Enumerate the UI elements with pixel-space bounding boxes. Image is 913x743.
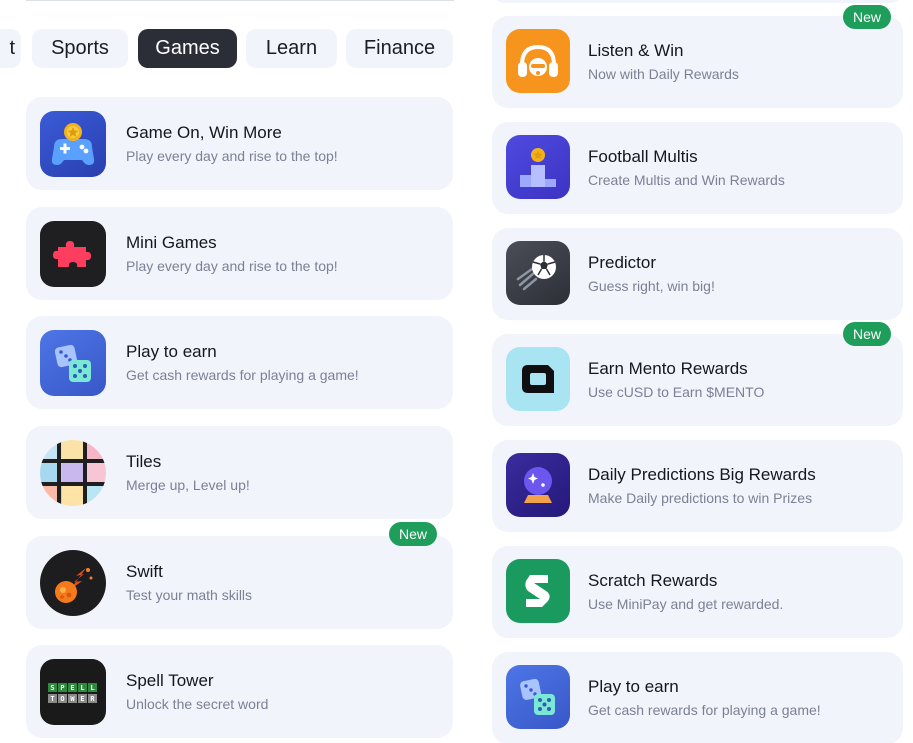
- app-title: Scratch Rewards: [588, 571, 718, 590]
- new-badge: New: [389, 522, 438, 546]
- app-title: Mini Games: [126, 233, 217, 252]
- tab-learn[interactable]: Learn: [246, 29, 337, 68]
- fireball-icon: [40, 550, 106, 616]
- app-card-listen-and-win[interactable]: Listen & Win Now with Daily Rewards: [492, 16, 903, 108]
- app-title: Tiles: [126, 452, 162, 471]
- app-title: Play to earn: [588, 677, 679, 696]
- app-title: Earn Mento Rewards: [588, 359, 748, 378]
- soccer-ball-icon: [506, 241, 570, 305]
- tab-finance[interactable]: Finance: [346, 29, 453, 68]
- podium-star-icon: [506, 135, 570, 199]
- svg-text:L: L: [80, 684, 84, 692]
- crystal-ball-icon: [506, 453, 570, 517]
- app-title: Football Multis: [588, 147, 698, 166]
- tab-finance-label: Finance: [363, 37, 436, 59]
- tab-partial-label: t: [9, 37, 15, 59]
- svg-text:P: P: [60, 684, 64, 692]
- gamepad-coin-icon: [40, 111, 106, 177]
- app-subtitle: Now with Daily Rewards: [588, 66, 739, 82]
- app-subtitle: Unlock the secret word: [126, 696, 269, 712]
- dice-icon: [506, 665, 570, 729]
- app-title: Game On, Win More: [126, 123, 282, 142]
- right-column: New Listen & Win Now with Daily Rewards: [478, 0, 913, 743]
- app-subtitle: Test your math skills: [126, 587, 253, 603]
- top-divider: [26, 0, 454, 1]
- app-card-spell-tower[interactable]: S P E L L T O W E R Spell Tower Unlock t…: [26, 645, 453, 738]
- app-card-tiles[interactable]: Tiles Merge up, Level up!: [26, 426, 453, 519]
- svg-text:L: L: [90, 684, 94, 692]
- app-title: Predictor: [588, 253, 657, 272]
- app-card-predictor[interactable]: Predictor Guess right, win big!: [492, 228, 903, 320]
- app-title: Daily Predictions Big Rewards: [588, 465, 816, 484]
- app-card-daily-predictions[interactable]: Daily Predictions Big Rewards Make Daily…: [492, 440, 903, 532]
- app-subtitle: Use cUSD to Earn $MENTO: [588, 384, 765, 400]
- scratch-s-icon: [506, 559, 570, 623]
- app-subtitle: Get cash rewards for playing a game!: [588, 702, 821, 718]
- app-subtitle: Get cash rewards for playing a game!: [126, 367, 359, 383]
- app-card-mini-games[interactable]: Mini Games Play every day and rise to th…: [26, 207, 453, 300]
- app-title: Listen & Win: [588, 41, 684, 60]
- app-subtitle: Use MiniPay and get rewarded.: [588, 596, 784, 612]
- tab-sports[interactable]: Sports: [32, 29, 128, 68]
- puzzle-piece-icon: [40, 221, 106, 287]
- tab-partial[interactable]: t: [0, 29, 21, 68]
- headphones-icon: [506, 29, 570, 93]
- app-subtitle: Guess right, win big!: [588, 278, 715, 294]
- app-subtitle: Make Daily predictions to win Prizes: [588, 490, 813, 506]
- svg-text:S: S: [50, 684, 54, 692]
- app-subtitle: Play every day and rise to the top!: [126, 258, 338, 274]
- new-badge: New: [843, 322, 892, 346]
- tab-learn-label: Learn: [265, 37, 318, 59]
- app-card-game-on-win-more[interactable]: Game On, Win More Play every day and ris…: [26, 97, 453, 190]
- left-column: t Sports Games Learn Finance Game On, Wi…: [0, 0, 460, 743]
- app-title: Spell Tower: [126, 671, 214, 690]
- app-title: Swift: [126, 562, 163, 581]
- dice-icon: [40, 330, 106, 396]
- new-badge-label: New: [399, 526, 428, 542]
- partial-card[interactable]: [492, 0, 903, 3]
- new-badge-label: New: [853, 9, 882, 25]
- app-card-earn-mento-rewards[interactable]: Earn Mento Rewards Use cUSD to Earn $MEN…: [492, 334, 903, 426]
- svg-text:O: O: [60, 695, 64, 703]
- app-card-scratch-rewards[interactable]: Scratch Rewards Use MiniPay and get rewa…: [492, 546, 903, 638]
- app-card-football-multis[interactable]: Football Multis Create Multis and Win Re…: [492, 122, 903, 214]
- app-subtitle: Play every day and rise to the top!: [126, 148, 338, 164]
- app-card-play-to-earn[interactable]: Play to earn Get cash rewards for playin…: [492, 652, 903, 743]
- svg-text:E: E: [70, 684, 74, 692]
- new-badge: New: [843, 5, 892, 29]
- mento-logo-icon: [506, 347, 570, 411]
- app-card-play-to-earn[interactable]: Play to earn Get cash rewards for playin…: [26, 316, 453, 409]
- app-title: Play to earn: [126, 342, 217, 361]
- tab-games-label: Games: [155, 37, 220, 59]
- app-subtitle: Merge up, Level up!: [126, 477, 250, 493]
- tab-sports-label: Sports: [51, 37, 109, 59]
- svg-text:E: E: [80, 695, 84, 703]
- tab-games[interactable]: Games: [138, 29, 237, 68]
- spell-tower-icon: S P E L L T O W E R: [40, 659, 106, 725]
- tiles-grid-icon: [40, 440, 106, 506]
- svg-text:T: T: [50, 695, 54, 703]
- app-subtitle: Create Multis and Win Rewards: [588, 172, 785, 188]
- app-card-swift[interactable]: Swift Test your math skills: [26, 536, 453, 629]
- new-badge-label: New: [853, 326, 882, 342]
